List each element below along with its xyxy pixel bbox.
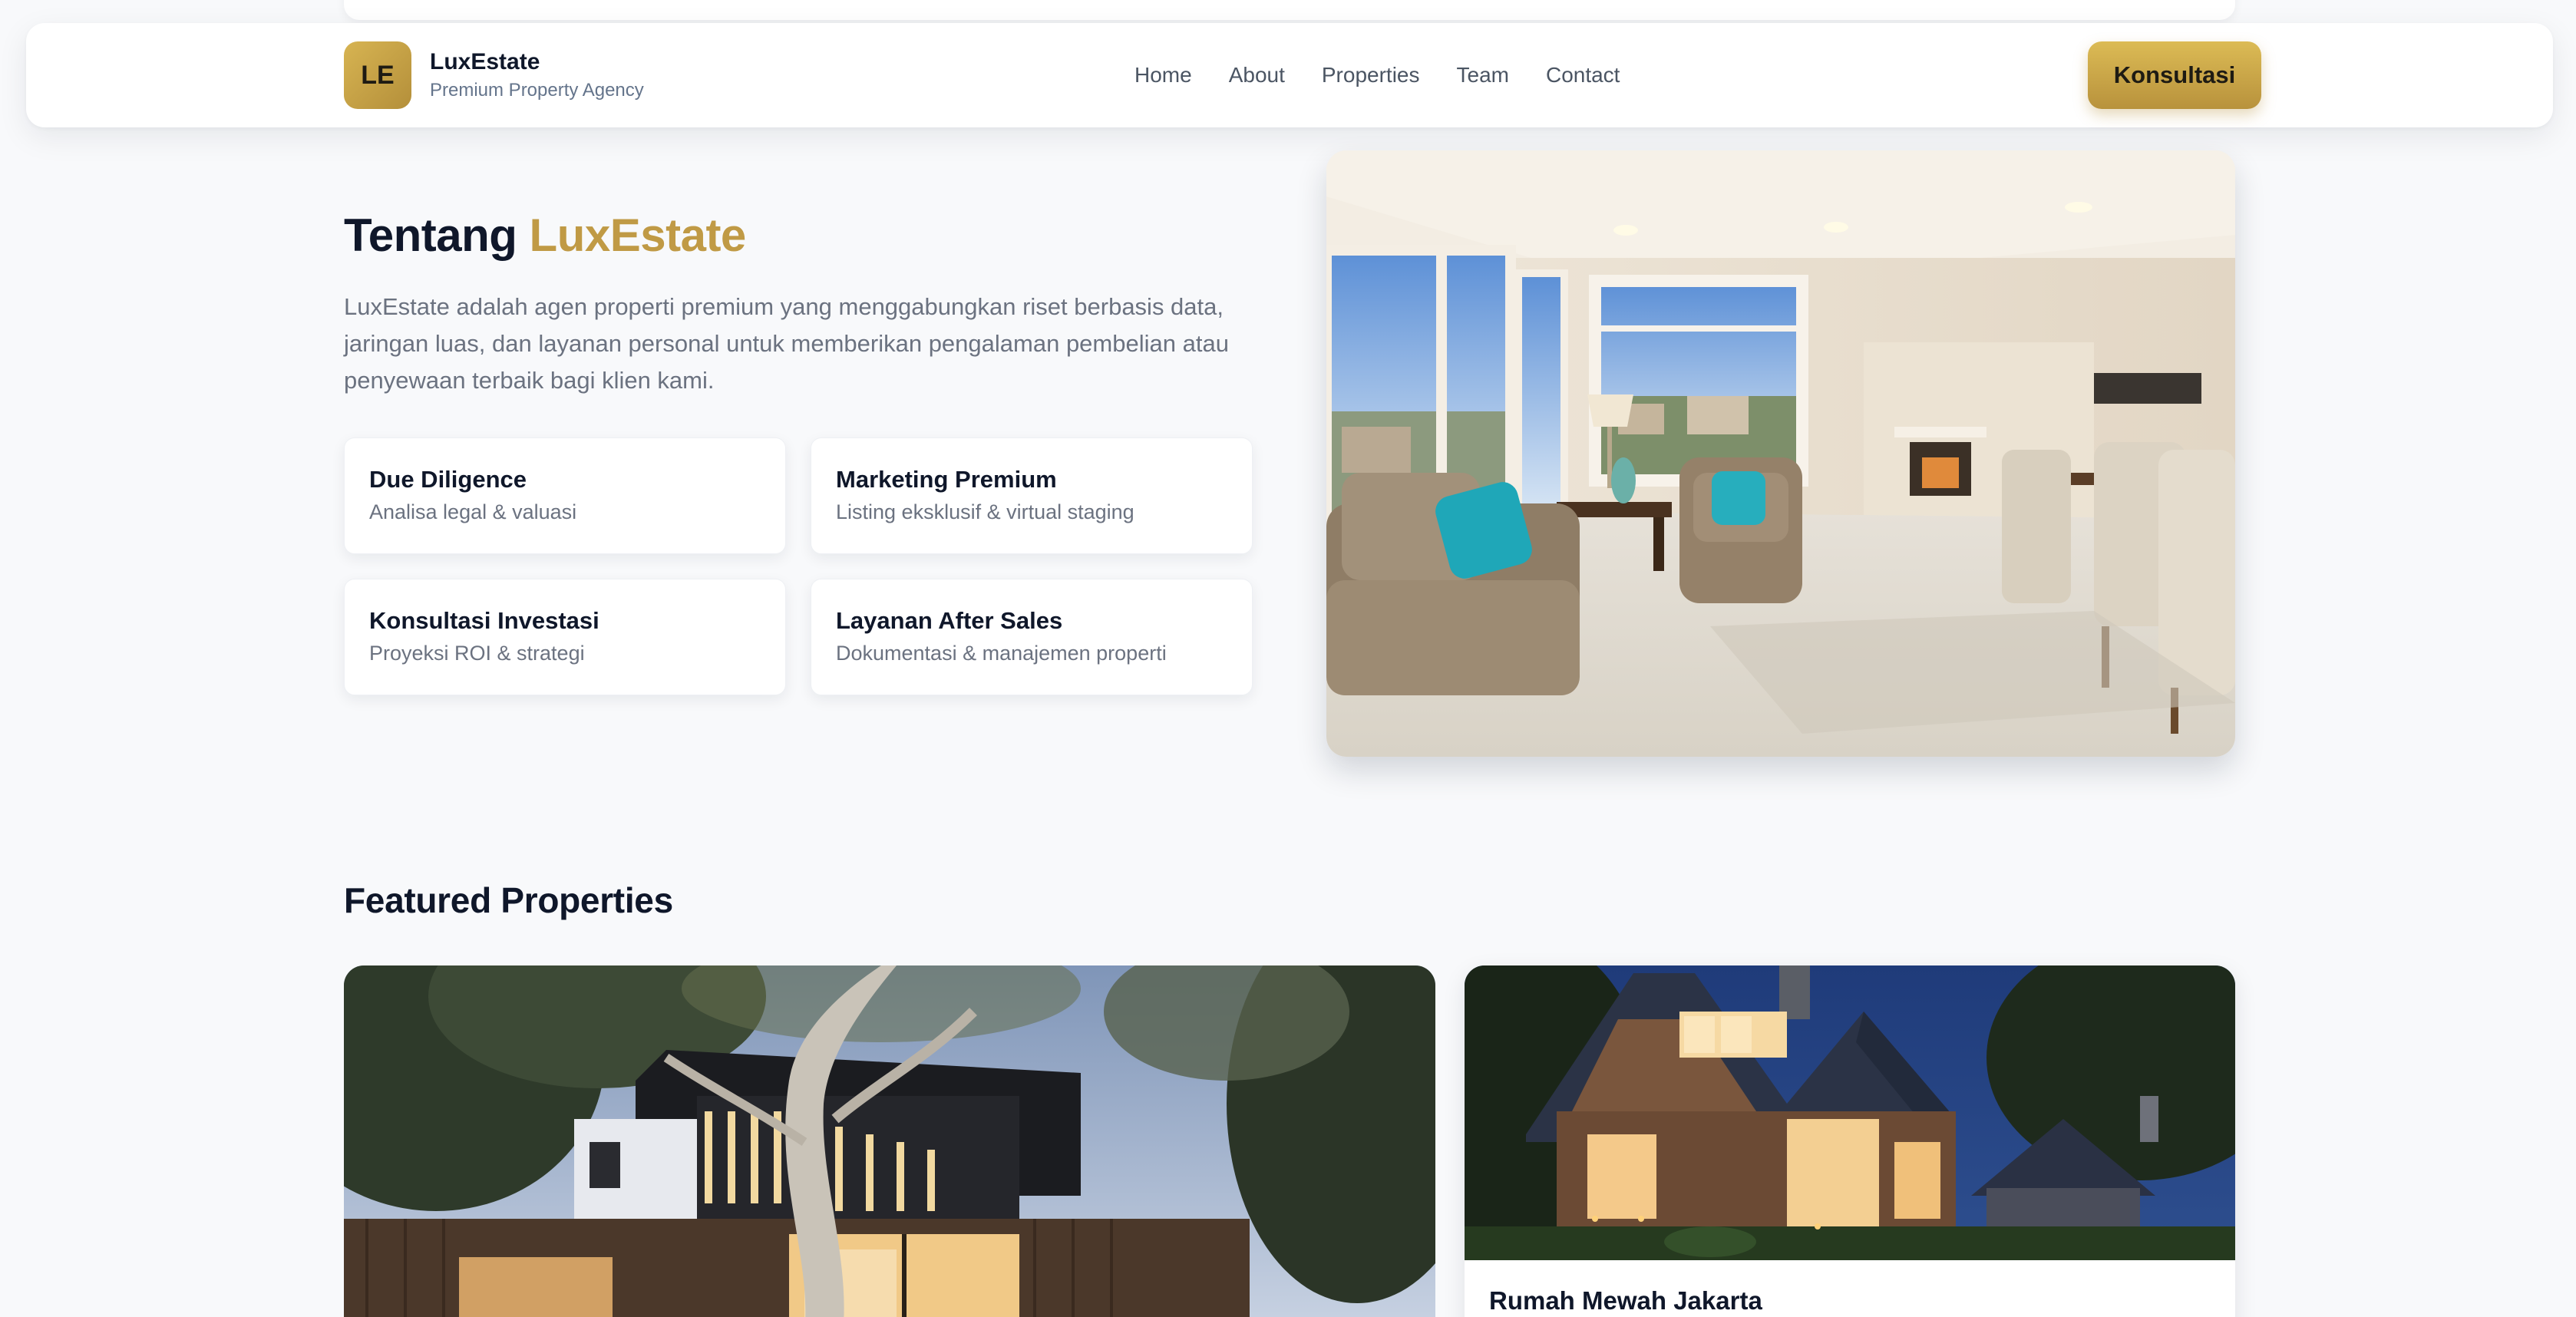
nav-link-home[interactable]: Home xyxy=(1134,63,1192,87)
nav-link-about[interactable]: About xyxy=(1229,63,1285,87)
navbar: LE LuxEstate Premium Property Agency Hom… xyxy=(26,23,2553,127)
about-description: LuxEstate adalah agen properti premium y… xyxy=(344,293,1229,394)
brand-tagline: Premium Property Agency xyxy=(430,80,644,101)
living-room-photo xyxy=(1326,150,2235,757)
feature-card-layanan-after-sales: Layanan After Sales Dokumentasi & manaje… xyxy=(811,579,1253,695)
feature-title: Marketing Premium xyxy=(836,466,1057,493)
brand-name: LuxEstate xyxy=(430,49,540,74)
main-nav: Home About Properties Team Contact xyxy=(1134,23,1620,127)
about-title-accent: LuxEstate xyxy=(529,210,747,261)
nav-link-properties[interactable]: Properties xyxy=(1322,63,1420,87)
modern-house-photo xyxy=(344,965,1435,1317)
feature-title: Due Diligence xyxy=(369,466,527,493)
konsultasi-button[interactable]: Konsultasi xyxy=(2088,41,2261,109)
feature-card-due-diligence: Due Diligence Analisa legal & valuasi xyxy=(344,437,786,554)
about-title-prefix: Tentang xyxy=(344,210,517,261)
brand[interactable]: LE LuxEstate Premium Property Agency xyxy=(344,41,644,109)
featured-title: Featured Properties xyxy=(344,880,673,920)
brand-text: LuxEstate Premium Property Agency xyxy=(430,48,644,103)
feature-subtitle: Listing eksklusif & virtual staging xyxy=(836,500,1134,523)
feature-title: Konsultasi Investasi xyxy=(369,607,599,634)
logo-badge[interactable]: LE xyxy=(344,41,411,109)
property-title: Rumah Mewah Jakarta xyxy=(1489,1286,1762,1315)
rumah-mewah-photo xyxy=(1465,965,2235,1260)
feature-card-marketing-premium: Marketing Premium Listing eksklusif & vi… xyxy=(811,437,1253,554)
feature-subtitle: Proyeksi ROI & strategi xyxy=(369,642,585,665)
feature-title: Layanan After Sales xyxy=(836,607,1063,634)
nav-link-contact[interactable]: Contact xyxy=(1546,63,1620,87)
feature-subtitle: Analisa legal & valuasi xyxy=(369,500,577,523)
nav-link-team[interactable]: Team xyxy=(1457,63,1509,87)
previous-section-card-edge xyxy=(344,0,2235,20)
feature-card-konsultasi-investasi: Konsultasi Investasi Proyeksi ROI & stra… xyxy=(344,579,786,695)
property-card-modern-house[interactable] xyxy=(344,965,1435,1317)
feature-subtitle: Dokumentasi & manajemen properti xyxy=(836,642,1167,665)
about-title: Tentang LuxEstate xyxy=(344,209,746,262)
property-card-rumah-mewah-jakarta[interactable]: Rumah Mewah Jakarta xyxy=(1465,965,2235,1317)
